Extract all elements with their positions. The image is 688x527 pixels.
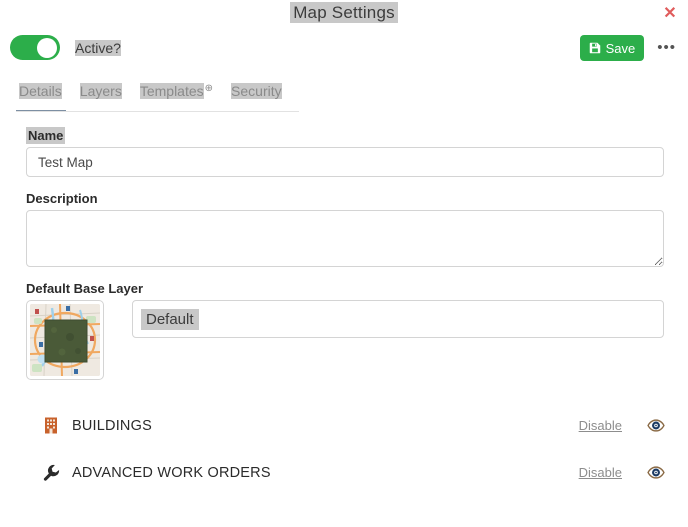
base-layer-thumbnail[interactable] [26, 300, 104, 380]
name-input[interactable] [26, 147, 664, 177]
active-toggle[interactable] [10, 35, 60, 60]
save-button-label: Save [605, 40, 636, 56]
dialog-titlebar: Map Settings ✕ [0, 0, 688, 28]
active-toggle-group: Active? [10, 35, 124, 60]
map-thumbnail-image [30, 304, 100, 376]
disable-link[interactable]: Disable [579, 418, 622, 433]
eye-icon[interactable] [646, 416, 666, 436]
globe-icon: ⊕ [204, 83, 214, 94]
list-item-label: ADVANCED WORK ORDERS [72, 464, 271, 481]
tab-layers[interactable]: Layers [77, 82, 125, 100]
form-spacer-2 [26, 267, 664, 281]
list-item-label: BUILDINGS [72, 417, 152, 434]
tab-security[interactable]: Security [228, 82, 285, 100]
active-toggle-label: Active? [75, 39, 121, 56]
base-layer-select[interactable]: Default [132, 300, 664, 338]
form-spacer [26, 177, 664, 191]
close-icon[interactable]: ✕ [661, 5, 679, 23]
dialog-buttons: Save ••• [579, 35, 680, 61]
details-form: Name Description Default Base Layer [0, 112, 688, 380]
wrench-icon [40, 464, 62, 481]
page-title: Map Settings [0, 2, 688, 23]
toggle-knob [37, 37, 57, 58]
building-icon [40, 417, 62, 434]
tab-bar: Details Layers Templates⊕ Security [0, 82, 688, 112]
base-layer-row: Default [26, 300, 664, 380]
eye-icon[interactable] [646, 463, 666, 483]
tab-details[interactable]: Details [16, 82, 65, 100]
disable-link[interactable]: Disable [579, 465, 622, 480]
base-layer-selected-value: Default [141, 308, 199, 330]
tab-templates[interactable]: Templates⊕ [137, 82, 216, 100]
list-item[interactable]: BUILDINGS Disable [0, 402, 688, 449]
name-label: Name [26, 127, 66, 144]
description-input[interactable] [26, 210, 664, 267]
more-options-icon[interactable]: ••• [657, 40, 676, 55]
page-title-text: Map Settings [290, 2, 398, 23]
description-label: Description [26, 191, 98, 206]
layer-list: BUILDINGS Disable ADVANCED WORK ORDERS D… [0, 402, 688, 496]
dialog-action-row: Active? Save ••• [0, 28, 688, 74]
save-icon [589, 42, 601, 54]
list-item[interactable]: ADVANCED WORK ORDERS Disable [0, 449, 688, 496]
base-layer-label: Default Base Layer [26, 281, 144, 296]
save-button[interactable]: Save [579, 35, 645, 61]
active-tab-indicator [16, 110, 66, 112]
